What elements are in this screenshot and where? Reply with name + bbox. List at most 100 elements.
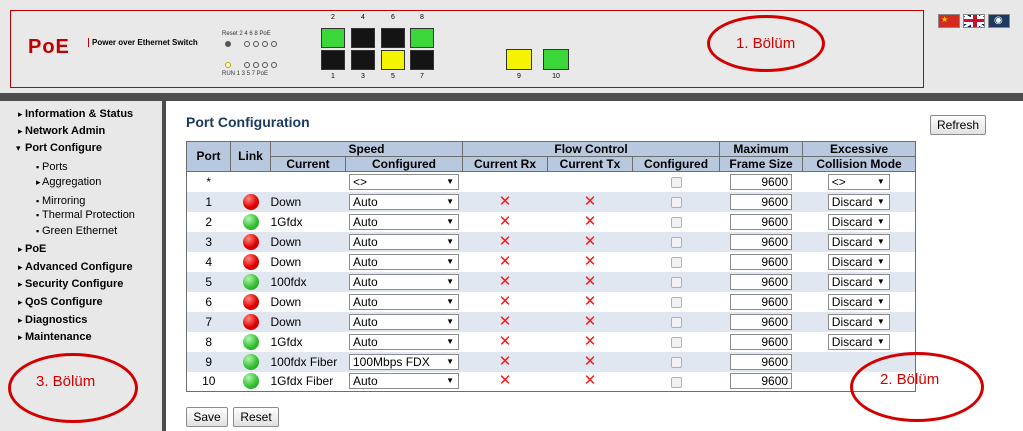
collision-select[interactable]: Discard ▼ [827,213,890,230]
sfp-port-9-icon[interactable] [506,49,532,70]
select-value: Discard [831,294,873,309]
speed-select[interactable]: 100Mbps FDX ▼ [349,353,459,370]
flow-control-checkbox[interactable] [670,236,682,248]
sidebar-item-label: Information & Status [25,108,134,120]
sidebar-item-qos-configure[interactable]: ▸ QoS Configure [18,296,103,308]
sidebar-item-poe[interactable]: ▸ PoE [18,243,46,255]
chevron-right-icon: ▸ [18,297,23,307]
flow-control-checkbox[interactable] [670,216,682,228]
frame-size-input[interactable]: 9600 [730,333,793,350]
frame-size-input[interactable]: 9600 [730,373,793,390]
collision-select[interactable]: Discard ▼ [827,333,890,350]
flow-control-checkbox[interactable] [670,276,682,288]
frame-size-input[interactable]: 9600 [730,193,793,210]
port-4-icon[interactable] [351,28,375,48]
sidebar-subitem-ports[interactable]: ▪ Ports [36,161,68,173]
frame-size-input[interactable]: 9600 [730,233,793,250]
link-status-icon [242,193,259,210]
collision-select[interactable]: Discard ▼ [827,253,890,270]
sidebar-item-advanced-configure[interactable]: ▸ Advanced Configure [18,261,133,273]
speed-select-all[interactable]: <> ▼ [349,173,459,190]
port-2-icon[interactable] [321,28,345,48]
collision-select[interactable]: Discard ▼ [827,273,890,290]
flow-control-checkbox[interactable] [670,256,682,268]
collision-select[interactable]: Discard ▼ [827,293,890,310]
other-flag-icon[interactable]: ◉ [988,14,1010,28]
dropdown-arrow-icon: ▼ [876,276,885,286]
sidebar-item-network-admin[interactable]: ▸ Network Admin [18,125,105,137]
sidebar-item-information-status[interactable]: ▸ Information & Status [18,108,133,120]
collision-select[interactable]: Discard ▼ [827,233,890,250]
table-row-all: * <> ▼ 9600 <> ▼ [186,171,916,192]
dropdown-arrow-icon: ▼ [446,216,454,226]
frame-size-input[interactable]: 9600 [730,313,793,330]
port-1-icon[interactable] [321,50,345,70]
speed-select[interactable]: Auto ▼ [349,253,459,270]
speed-select[interactable]: Auto ▼ [349,373,459,390]
speed-select[interactable]: Auto ▼ [349,233,459,250]
select-value: <> [831,174,846,189]
dropdown-arrow-icon: ▼ [876,236,885,246]
speed-select[interactable]: Auto ▼ [349,273,459,290]
table-row: 3 Down Auto ▼ ✕ ✕ 9600 Discard ▼ [186,231,916,252]
sidebar-subitem-label: Green Ethernet [42,225,118,237]
sidebar-item-diagnostics[interactable]: ▸ Diagnostics [18,314,87,326]
save-button[interactable]: Save [186,407,228,427]
link-cell [230,231,271,252]
sidebar-subitem-label: Aggregation [42,176,102,188]
x-mark-icon: ✕ [583,352,597,370]
flow-control-checkbox[interactable] [670,336,682,348]
china-flag-icon[interactable]: ★ [938,14,960,28]
speed-select[interactable]: Auto ▼ [349,193,459,210]
uk-flag-icon[interactable] [963,14,985,28]
speed-select[interactable]: Auto ▼ [349,313,459,330]
fc-configured-cell [632,371,720,392]
frame-size-cell: 9600 [719,331,803,352]
led-top-labels: Reset 2 4 6 8 PoE [222,31,271,37]
sidebar-subitem-aggregation[interactable]: ▸Aggregation [36,176,101,188]
sidebar-subitem-green-ethernet[interactable]: ▪ Green Ethernet [36,225,117,237]
port-5-icon[interactable] [381,50,405,70]
reset-button[interactable]: Reset [233,407,279,427]
port-3-icon[interactable] [351,50,375,70]
frame-size-input[interactable]: 9600 [730,213,793,230]
sidebar-subitem-label: Mirroring [42,195,86,207]
flow-control-checkbox[interactable] [670,356,682,368]
speed-select[interactable]: Auto ▼ [349,333,459,350]
collision-select-all[interactable]: <> ▼ [827,173,890,190]
fc-configured-cell [632,171,720,192]
frame-size-cell: 9600 [719,371,803,392]
collision-select[interactable]: Discard ▼ [827,193,890,210]
flow-control-checkbox[interactable] [670,376,682,388]
sidebar-item-port-configure[interactable]: ▾ Port Configure [16,142,102,154]
port-8-icon[interactable] [410,28,434,48]
port-7-icon[interactable] [410,50,434,70]
refresh-button[interactable]: Refresh [930,115,986,135]
flow-control-checkbox[interactable] [670,196,682,208]
frame-size-input[interactable]: 9600 [730,293,793,310]
col-header-fc-configured: Configured [632,156,721,172]
flow-control-checkbox[interactable] [670,316,682,328]
speed-select[interactable]: Auto ▼ [349,293,459,310]
speed-select[interactable]: Auto ▼ [349,213,459,230]
sidebar-item-security-configure[interactable]: ▸ Security Configure [18,278,123,290]
flow-control-checkbox-all[interactable] [670,177,682,189]
sidebar-subitem-mirroring[interactable]: ▪ Mirroring [36,195,85,207]
current-tx-cell: ✕ [547,291,633,312]
collision-select[interactable]: Discard ▼ [827,313,890,330]
port-6-icon[interactable] [381,28,405,48]
link-cell [230,351,271,372]
x-mark-icon: ✕ [583,332,597,350]
current-speed-cell: 1Gfdx [270,211,346,232]
link-cell [230,191,271,212]
frame-size-input-all[interactable]: 9600 [730,173,793,190]
x-mark-icon: ✕ [498,212,512,230]
frame-size-input[interactable]: 9600 [730,353,793,370]
frame-size-input[interactable]: 9600 [730,253,793,270]
sidebar-subitem-thermal-protection[interactable]: ▪ Thermal Protection [36,209,135,221]
sfp-port-10-icon[interactable] [543,49,569,70]
flow-control-checkbox[interactable] [670,296,682,308]
frame-size-input[interactable]: 9600 [730,273,793,290]
sidebar-item-maintenance[interactable]: ▸ Maintenance [18,331,92,343]
select-value: Discard [831,214,873,229]
